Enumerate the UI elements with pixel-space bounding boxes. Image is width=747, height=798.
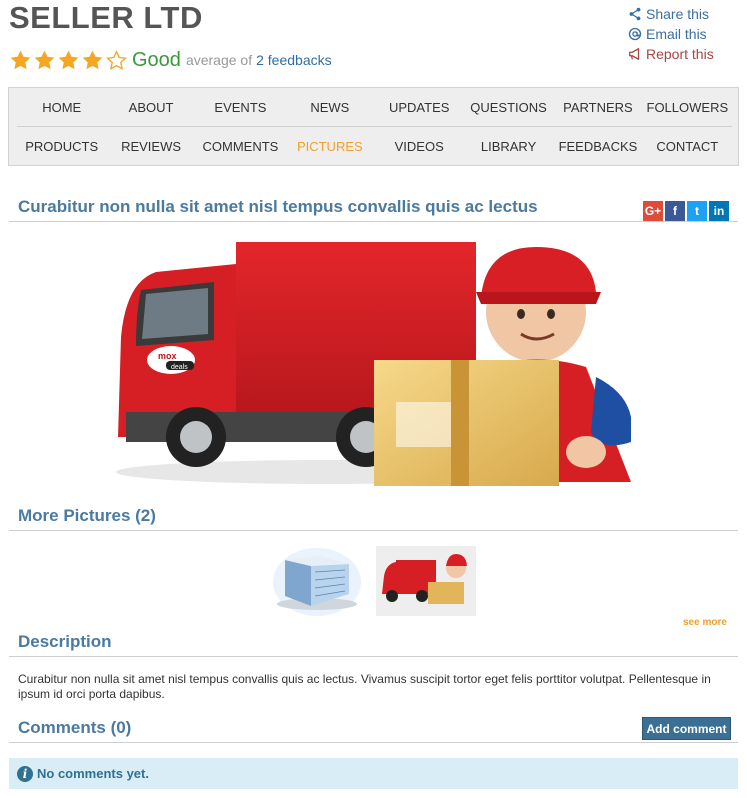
no-comments-text: No comments yet.	[37, 766, 149, 781]
star-filled-icon	[82, 49, 103, 69]
info-icon: i	[17, 765, 33, 782]
nav-item-reviews[interactable]: REVIEWS	[106, 127, 195, 165]
nav-item-comments[interactable]: COMMENTS	[196, 127, 285, 165]
nav-item-pictures[interactable]: PICTURES	[285, 127, 374, 165]
nav-item-about[interactable]: ABOUT	[106, 88, 195, 126]
divider	[9, 221, 738, 222]
star-filled-icon	[10, 49, 31, 69]
email-action[interactable]: Email this	[628, 24, 714, 44]
seller-name: SELLER LTD	[9, 0, 203, 35]
rating-word: Good	[132, 48, 181, 71]
nav-item-partners[interactable]: PARTNERS	[553, 88, 642, 126]
divider	[9, 530, 738, 531]
add-comment-button[interactable]: Add comment	[642, 717, 731, 740]
description-text: Curabitur non nulla sit amet nisl tempus…	[18, 672, 711, 701]
megaphone-icon	[629, 48, 640, 60]
nav-item-news[interactable]: NEWS	[285, 88, 374, 126]
share-actions: Share this Email this Report this	[628, 4, 714, 64]
thumbnail-building[interactable]	[271, 546, 363, 616]
google-plus-icon[interactable]: G+	[643, 201, 663, 221]
report-action[interactable]: Report this	[628, 44, 714, 64]
rating-stars	[9, 49, 128, 72]
no-comments-alert: i No comments yet.	[9, 758, 738, 789]
nav-item-library[interactable]: LIBRARY	[464, 127, 553, 165]
main-nav: HOME ABOUT EVENTS NEWS UPDATES QUESTIONS…	[8, 87, 739, 166]
nav-item-events[interactable]: EVENTS	[196, 88, 285, 126]
nav-item-followers[interactable]: FOLLOWERS	[643, 88, 732, 126]
see-more-link[interactable]: see more	[683, 617, 727, 628]
description-title: Description	[18, 632, 112, 651]
nav-item-products[interactable]: PRODUCTS	[17, 127, 106, 165]
star-empty-icon	[106, 49, 127, 70]
nav-item-videos[interactable]: VIDEOS	[375, 127, 464, 165]
rating-row: Good average of 2 feedbacks	[9, 47, 332, 73]
at-icon	[628, 27, 642, 41]
picture-title: Curabitur non nulla sit amet nisl tempus…	[18, 197, 538, 216]
thumbnail-delivery-truck[interactable]	[376, 546, 476, 616]
divider	[9, 656, 738, 657]
divider	[9, 742, 738, 743]
rating-average-label: average of	[185, 52, 253, 68]
nav-item-contact[interactable]: CONTACT	[643, 127, 732, 165]
comments-title: Comments (0)	[18, 718, 132, 737]
feedbacks-link[interactable]: 2 feedbacks	[256, 52, 332, 68]
nav-item-questions[interactable]: QUESTIONS	[464, 88, 553, 126]
twitter-icon[interactable]: t	[687, 201, 707, 221]
main-picture[interactable]: mox deals	[96, 242, 648, 486]
nav-row-1: HOME ABOUT EVENTS NEWS UPDATES QUESTIONS…	[17, 88, 732, 127]
nav-item-home[interactable]: HOME	[17, 88, 106, 126]
share-action[interactable]: Share this	[628, 4, 714, 24]
nav-item-feedbacks[interactable]: FEEDBACKS	[553, 127, 642, 165]
report-label: Report this	[646, 46, 714, 62]
truck-logo-sub: deals	[171, 364, 188, 371]
star-filled-icon	[58, 49, 79, 69]
linkedin-icon[interactable]: in	[709, 201, 729, 221]
star-filled-icon	[34, 49, 55, 69]
share-label: Share this	[646, 6, 710, 22]
more-pictures-title: More Pictures (2)	[18, 506, 156, 525]
social-share-buttons: G+ f t in	[643, 201, 729, 221]
nav-item-updates[interactable]: UPDATES	[375, 88, 464, 126]
facebook-icon[interactable]: f	[665, 201, 685, 221]
share-icon	[629, 7, 641, 21]
nav-row-2: PRODUCTS REVIEWS COMMENTS PICTURES VIDEO…	[17, 127, 732, 165]
truck-logo-text: mox	[158, 351, 177, 361]
email-label: Email this	[646, 26, 707, 42]
